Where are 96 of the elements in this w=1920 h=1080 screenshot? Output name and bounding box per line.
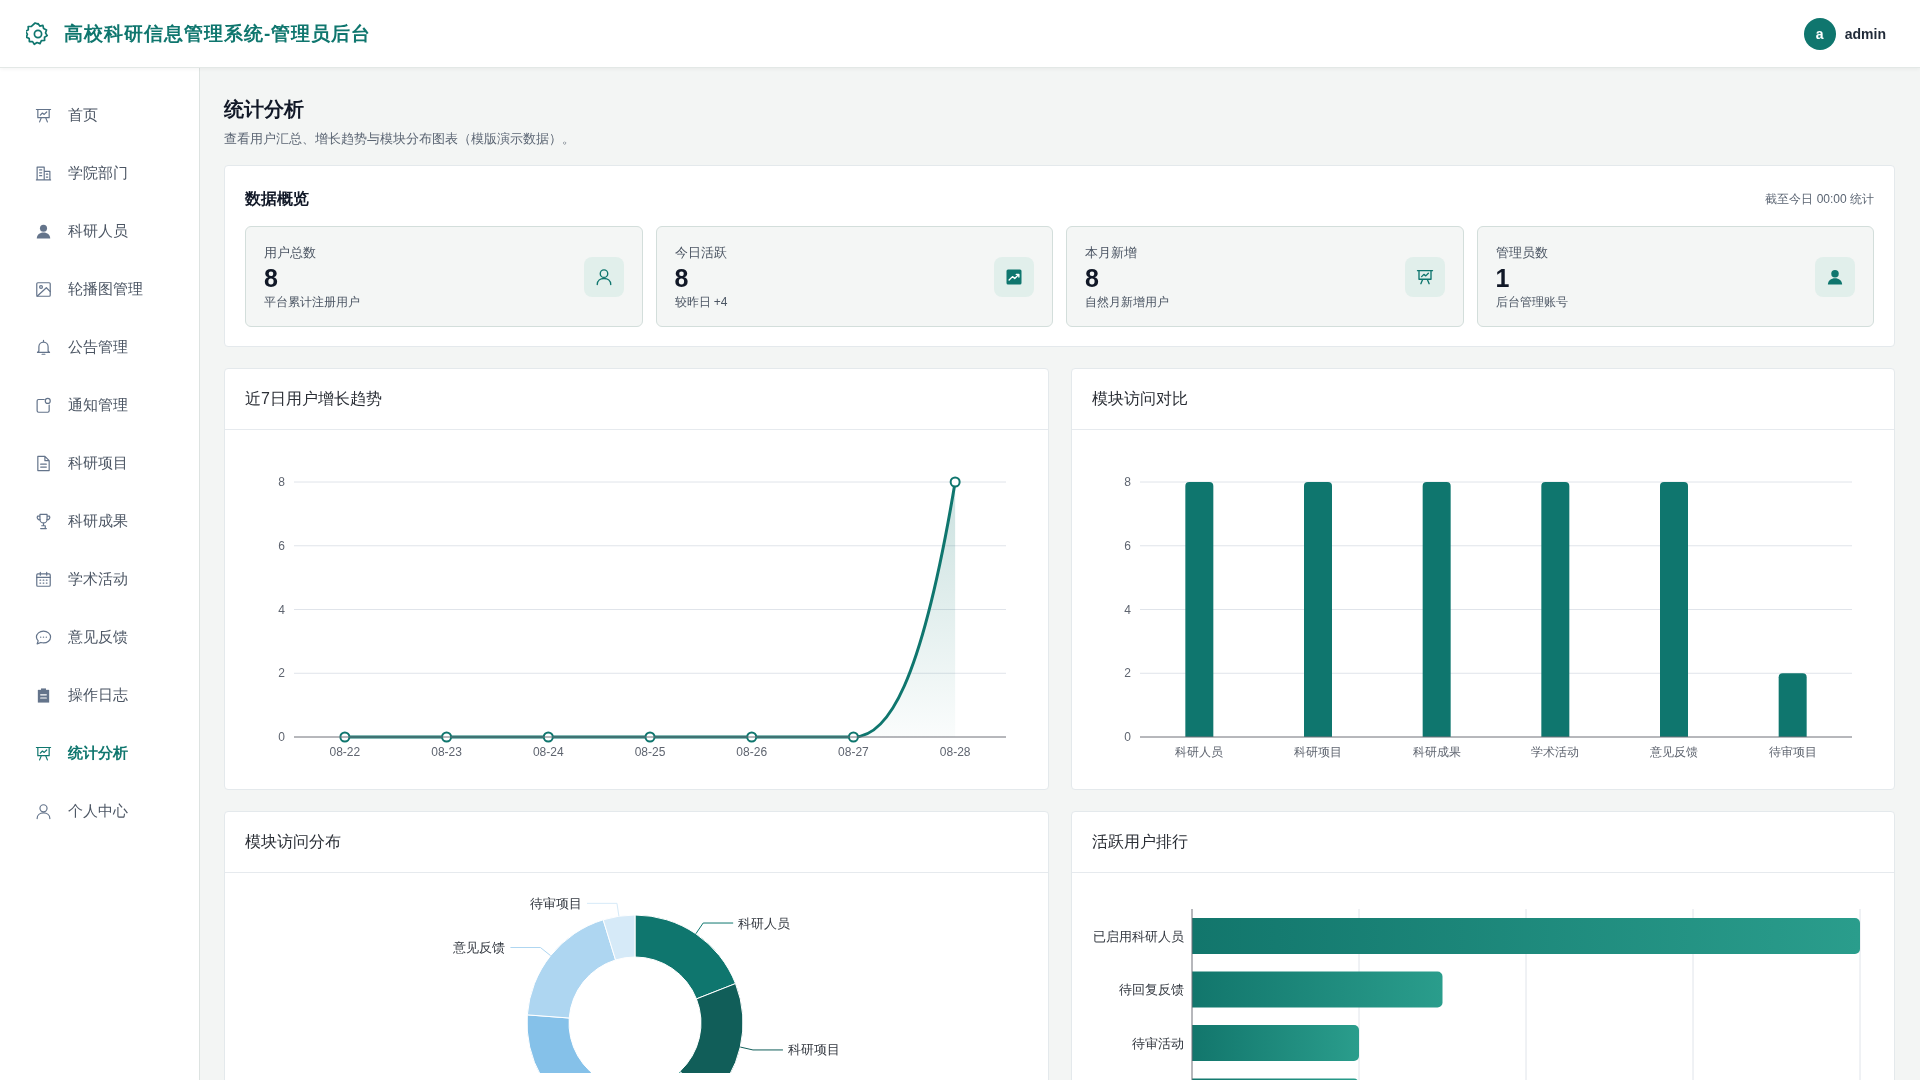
y-tick-label: 4 xyxy=(278,602,285,617)
calendar-icon xyxy=(35,570,52,588)
x-tick-label: 科研成果 xyxy=(1412,745,1461,759)
person-tile-icon xyxy=(1815,256,1855,297)
x-tick-label: 08-26 xyxy=(736,745,768,759)
card-title: 近7日用户增长趋势 xyxy=(245,388,382,409)
card-title: 活跃用户排行 xyxy=(1091,831,1188,852)
y-tick-label: 8 xyxy=(1123,475,1131,489)
y-tick-label: 0 xyxy=(1123,730,1131,744)
app-title: 高校科研信息管理系统-管理员后台 xyxy=(64,21,372,46)
document-icon xyxy=(35,454,52,472)
stat-note: 后台管理账号 xyxy=(1495,293,1568,310)
stat-label: 本月新增 xyxy=(1085,243,1138,262)
line-chart-tile-icon xyxy=(994,256,1034,297)
sidebar-item[interactable]: 意见反馈 xyxy=(0,608,199,666)
presentation-board-icon xyxy=(35,106,52,124)
stat-label: 今日活跃 xyxy=(674,243,728,262)
stat-value: 8 xyxy=(1085,262,1100,293)
clipboard-icon xyxy=(35,686,52,704)
data-point xyxy=(847,731,859,743)
y-tick-label: 2 xyxy=(1123,666,1131,681)
leader-line xyxy=(509,947,552,957)
stat-note: 自然月新增用户 xyxy=(1085,293,1169,310)
x-tick-label: 科研项目 xyxy=(1293,745,1342,759)
stat-note: 较昨日 +4 xyxy=(674,293,728,310)
x-tick-label: 08-27 xyxy=(838,745,869,759)
user-avatar[interactable]: a xyxy=(1803,17,1836,50)
settings-icon xyxy=(26,21,50,46)
page-title: 统计分析 xyxy=(224,97,305,122)
y-tick-label: 0 xyxy=(278,730,285,744)
slice-label: 待审项目 xyxy=(529,895,582,911)
sidebar-item[interactable]: 科研人员 xyxy=(0,202,199,260)
presentation-board-icon xyxy=(35,744,52,762)
image-icon xyxy=(35,280,52,298)
data-point xyxy=(644,731,656,743)
x-tick-label: 08-22 xyxy=(329,745,361,759)
stat-label: 管理员数 xyxy=(1495,243,1549,262)
ranking-label: 待回复反馈 xyxy=(1118,982,1184,997)
ranking-label: 待审活动 xyxy=(1131,1035,1184,1051)
x-tick-label: 08-25 xyxy=(634,745,666,759)
page-subtitle: 查看用户汇总、增长趋势与模块分布图表（模版演示数据）。 xyxy=(224,130,576,148)
sidebar-item[interactable]: 首页 xyxy=(0,86,199,144)
x-tick-label: 08-24 xyxy=(532,745,564,759)
data-point xyxy=(542,731,554,743)
slice-label: 科研人员 xyxy=(738,915,791,931)
sidebar-item[interactable]: 学术活动 xyxy=(0,550,199,608)
sidebar-item[interactable]: 操作日志 xyxy=(0,666,199,724)
ranking-label: 已启用科研人员 xyxy=(1092,928,1184,944)
stats-note: 截至今日 00:00 统计 xyxy=(1765,190,1874,208)
x-tick-label: 意见反馈 xyxy=(1649,745,1698,759)
y-tick-label: 6 xyxy=(1123,538,1131,553)
sidebar-item[interactable]: 科研成果 xyxy=(0,492,199,550)
x-tick-label: 学术活动 xyxy=(1530,745,1579,759)
person-icon xyxy=(35,802,52,820)
presentation-board-tile-icon xyxy=(1404,256,1445,297)
card-title: 模块访问分布 xyxy=(245,831,341,852)
data-point xyxy=(339,731,351,743)
data-point xyxy=(441,731,453,743)
stat-value: 8 xyxy=(264,262,279,293)
square-badge-icon xyxy=(35,396,52,414)
stat-note: 平台累计注册用户 xyxy=(264,293,360,310)
sidebar-item[interactable]: 轮播图管理 xyxy=(0,260,199,318)
sidebar-item[interactable]: 个人中心 xyxy=(0,782,199,840)
y-tick-label: 4 xyxy=(1123,602,1131,617)
section-title: 数据概览 xyxy=(245,188,309,209)
bell-icon xyxy=(35,338,52,356)
leader-line xyxy=(695,922,734,935)
y-tick-label: 6 xyxy=(278,538,285,553)
data-point xyxy=(949,476,961,488)
stat-label: 用户总数 xyxy=(264,243,317,262)
slice-label: 意见反馈 xyxy=(453,940,506,955)
user-name[interactable]: admin xyxy=(1844,25,1886,42)
x-tick-label: 08-23 xyxy=(431,745,462,759)
sidebar-item[interactable]: 统计分析 xyxy=(0,724,199,782)
sidebar-item[interactable]: 学院部门 xyxy=(0,144,199,202)
data-point xyxy=(746,731,758,743)
y-tick-label: 8 xyxy=(278,475,285,489)
slice-label: 科研项目 xyxy=(787,1042,840,1058)
sidebar-item[interactable]: 科研项目 xyxy=(0,434,199,492)
y-tick-label: 2 xyxy=(278,666,285,681)
stat-value: 8 xyxy=(674,262,690,293)
trophy-icon xyxy=(35,512,52,530)
card-title: 模块访问对比 xyxy=(1091,388,1188,409)
leader-line xyxy=(586,902,620,917)
person-tile-icon xyxy=(583,256,624,297)
sidebar-item[interactable]: 通知管理 xyxy=(0,376,199,434)
x-tick-label: 08-28 xyxy=(939,745,971,759)
chat-bubble-icon xyxy=(35,628,52,646)
stat-value: 1 xyxy=(1495,262,1511,293)
x-tick-label: 待审项目 xyxy=(1768,745,1817,759)
sidebar-item[interactable]: 公告管理 xyxy=(0,318,199,376)
building-icon xyxy=(35,164,52,182)
leader-line xyxy=(739,1046,784,1051)
bar xyxy=(1778,673,1807,737)
x-tick-label: 科研人员 xyxy=(1174,745,1223,759)
person-icon xyxy=(35,222,52,240)
